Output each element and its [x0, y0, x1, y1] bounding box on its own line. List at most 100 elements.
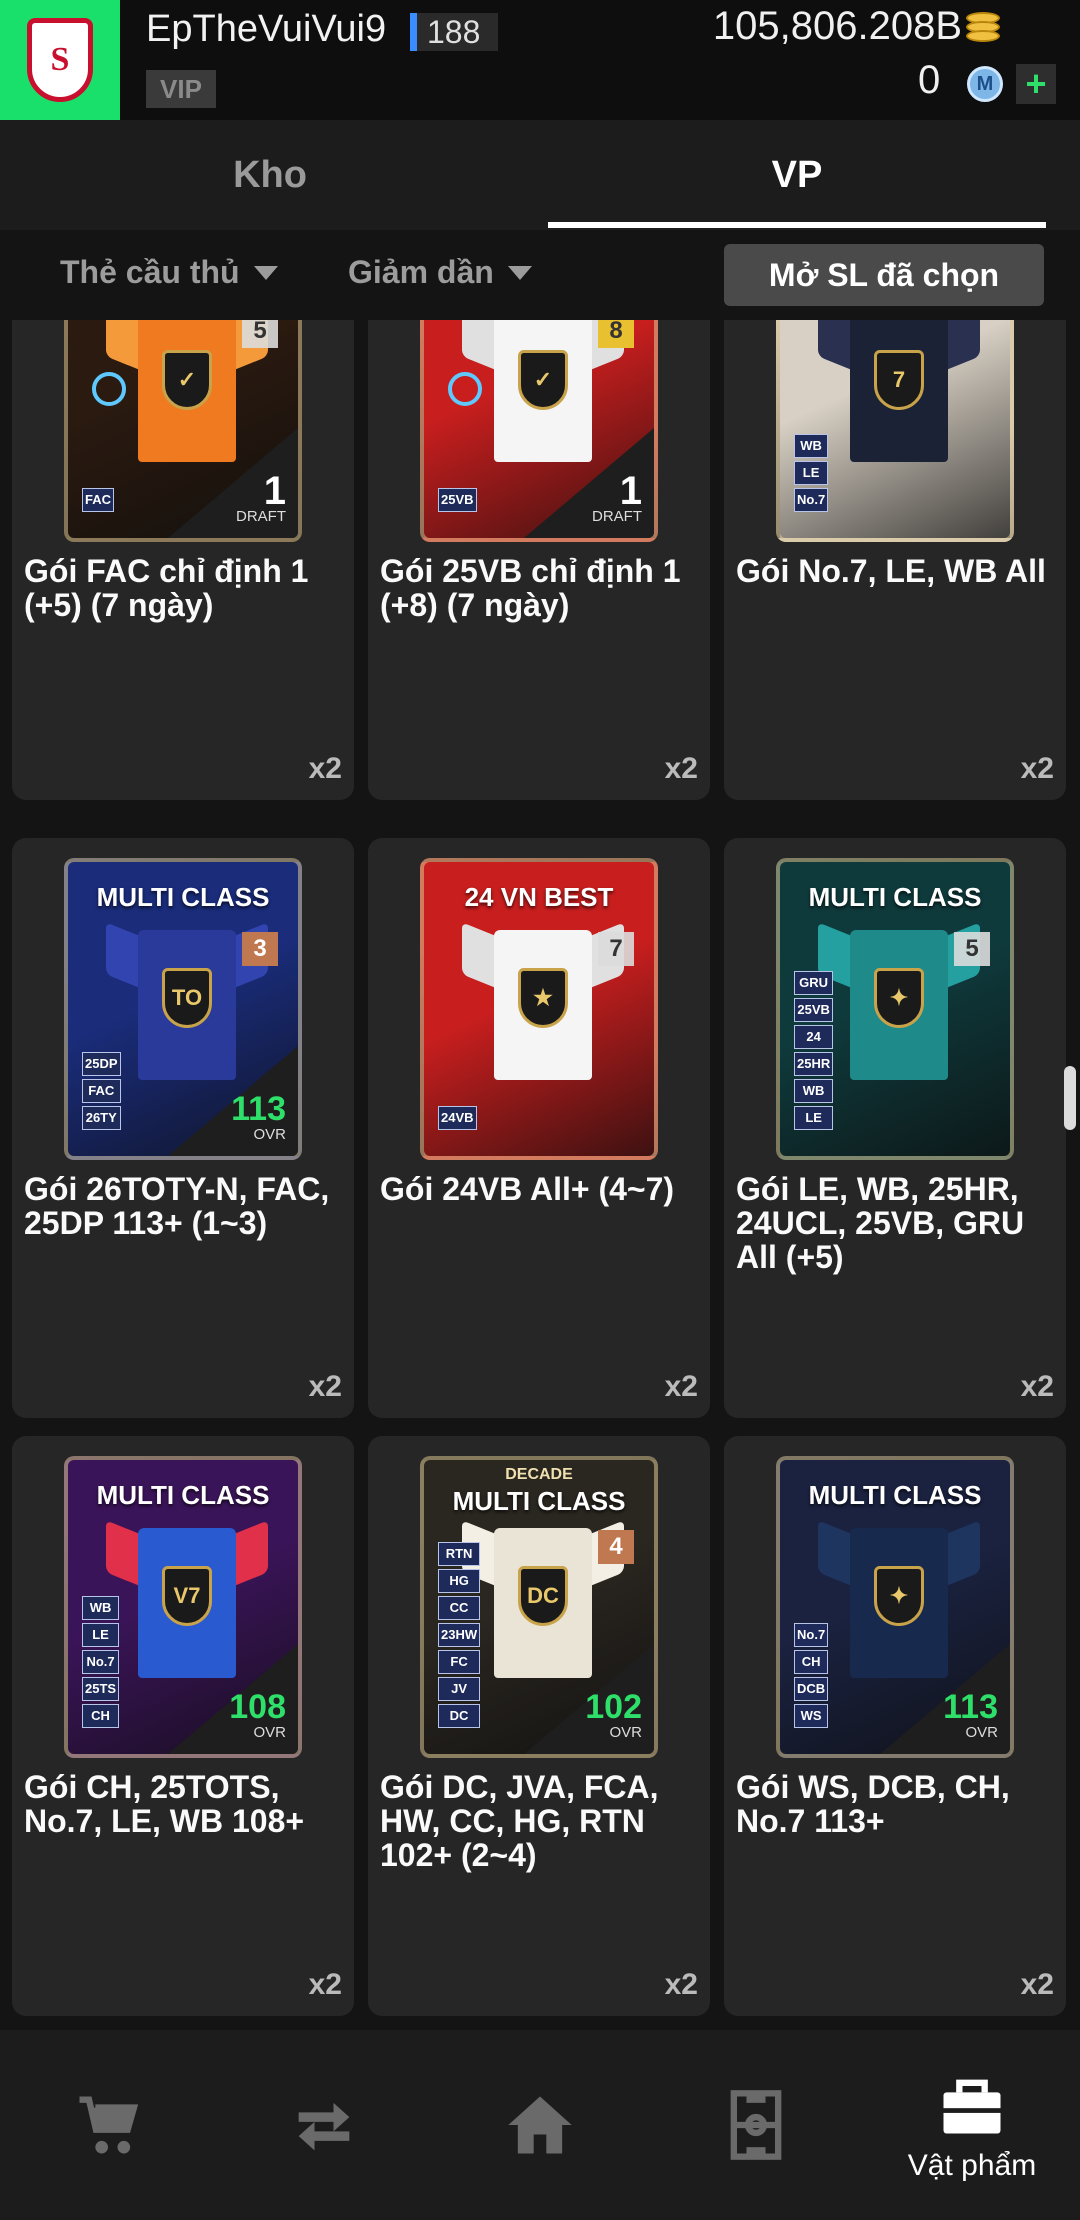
season-tags: GRU 25VB 24 25HR WB LE	[794, 971, 834, 1130]
pack-name: Gói FAC chỉ định 1 (+5) (7 ngày)	[24, 553, 309, 623]
pack-item[interactable]: MULTI CLASS TO 3 25DP FAC 26TY 113 OVR Gói 26TOT…	[12, 838, 354, 1418]
season-tag: 25DP	[82, 1052, 121, 1076]
season-tags: RTN HG CC 23HW FC JV DC	[438, 1542, 481, 1728]
card-banner: MULTI CLASS	[808, 1480, 982, 1510]
pack-item[interactable]: FAC✓5FAC1DRAFTGói FAC chỉ định 1 (+5) (7…	[12, 320, 354, 800]
nav-home[interactable]	[432, 2030, 648, 2220]
type-filter-label: Thẻ cầu thủ	[60, 254, 240, 290]
crest-emblem: ✓	[518, 350, 568, 410]
season-tag: GRU	[794, 971, 834, 995]
season-tag: 23HW	[438, 1623, 481, 1647]
nav-items[interactable]: Vật phẩm	[864, 2030, 1080, 2220]
timer-icon	[92, 372, 126, 406]
m-point-balance: 0	[918, 58, 941, 102]
season-tag: 25TS	[82, 1677, 120, 1701]
pitch-icon	[730, 2090, 782, 2160]
pack-item[interactable]: MULTI CLASS ✦ 5 GRU 25VB 24 25HR WB LE Gói LE, WB…	[724, 838, 1066, 1418]
upgrade-level-badge: 5	[954, 932, 990, 966]
nav-transfer[interactable]	[216, 2030, 432, 2220]
pack-item[interactable]: MULTI CLASS V7 WB LE No.7 25TS CH 108 OVR Gói CH,…	[12, 1436, 354, 2016]
nav-items-label: Vật phẩm	[907, 2149, 1037, 2182]
coin-stack-icon	[966, 12, 1002, 48]
pack-quantity: x2	[308, 752, 342, 785]
crest-emblem: ✦	[874, 1566, 924, 1626]
open-selected-button[interactable]: Mở SL đã chọn	[724, 244, 1044, 306]
pack-card-art: MULTI CLASS ✦ No.7 CH DCB WS 113 OVR	[776, 1456, 1014, 1758]
season-tag: No.7	[794, 488, 829, 512]
pack-name: Gói DC, JVA, FCA, HW, CC, HG, RTN 102+ (…	[380, 1769, 659, 1873]
ovr-label: OVR	[253, 1126, 286, 1143]
vip-badge[interactable]: VIP	[146, 70, 216, 108]
pack-quantity: x2	[1020, 1968, 1054, 2001]
ovr-value: 1	[619, 469, 642, 513]
ovr-value: 113	[231, 1090, 286, 1128]
card-banner: 24 VN BEST	[464, 882, 614, 912]
club-crest-icon: S	[27, 18, 93, 102]
season-tag: LE	[794, 461, 829, 485]
ovr-value: 1	[263, 469, 286, 513]
pack-quantity: x2	[1020, 752, 1054, 785]
season-tag: FAC	[82, 488, 114, 512]
upgrade-level-badge: 5	[242, 320, 278, 348]
season-tags: FAC	[82, 488, 114, 512]
season-tag: CC	[438, 1596, 481, 1620]
tab-kho[interactable]: Kho	[0, 120, 540, 230]
season-tag: 25HR	[794, 1052, 834, 1076]
pack-item[interactable]: 25 VN BEST✓825VB1DRAFTGói 25VB chỉ định …	[368, 320, 710, 800]
crest-emblem: ✦	[874, 968, 924, 1028]
pack-item[interactable]: MULTI CLASS ✦ No.7 CH DCB WS 113 OVR Gói WS, DCB…	[724, 1436, 1066, 2016]
season-tag: FC	[438, 1650, 481, 1674]
pack-name: Gói 26TOTY-N, FAC, 25DP 113+ (1~3)	[24, 1171, 330, 1241]
season-tags: 25VB	[438, 488, 477, 512]
pack-quantity: x2	[1020, 1370, 1054, 1403]
level-bar	[410, 13, 417, 51]
season-tag: WB	[794, 434, 829, 458]
season-tag: No.7	[794, 1623, 829, 1647]
type-filter-dropdown[interactable]: Thẻ cầu thủ	[60, 254, 278, 291]
upgrade-level-badge: 3	[242, 932, 278, 966]
tab-vp[interactable]: VP	[548, 120, 1046, 230]
season-tag: DCB	[794, 1677, 829, 1701]
pack-quantity: x2	[664, 1968, 698, 2001]
caret-down-icon	[507, 265, 532, 280]
sort-label: Giảm dần	[348, 254, 494, 290]
season-tags: 24VB	[438, 1106, 477, 1130]
pack-name: Gói 24VB All+ (4~7)	[380, 1171, 675, 1207]
season-tag: 26TY	[82, 1106, 121, 1130]
home-icon	[508, 2096, 572, 2154]
crest-emblem: ✓	[162, 350, 212, 410]
ovr-value: 108	[229, 1688, 286, 1726]
season-tag: LE	[82, 1623, 120, 1647]
nav-shop[interactable]	[0, 2030, 216, 2220]
scrollbar-thumb[interactable]	[1064, 1066, 1076, 1130]
crest-emblem: V7	[162, 1566, 212, 1626]
pack-item[interactable]: MULTI CLASS7WBLENo.7Gói No.7, LE, WB All…	[724, 320, 1066, 800]
bottom-nav: Vật phẩm	[0, 2030, 1080, 2220]
upgrade-level-badge: 8	[598, 320, 634, 348]
coin-balance: 105,806.208B	[712, 4, 962, 48]
user-name: EpTheVuiVui9	[146, 8, 387, 50]
level-badge: 188	[410, 13, 498, 51]
level-value: 188	[427, 13, 481, 50]
season-tags: WB LE No.7 25TS CH	[82, 1596, 120, 1728]
timer-icon	[448, 372, 482, 406]
nav-team[interactable]	[648, 2030, 864, 2220]
pack-name: Gói LE, WB, 25HR, 24UCL, 25VB, GRU All (…	[736, 1171, 1025, 1275]
pack-item[interactable]: 24 VN BEST ★ 7 24VB Gói 24VB All+ (4~7) x2	[368, 838, 710, 1418]
upgrade-level-badge: 4	[598, 1530, 634, 1564]
sort-dropdown[interactable]: Giảm dần	[348, 254, 532, 291]
pack-card-art: MULTI CLASS7WBLENo.7	[776, 320, 1014, 542]
club-logo[interactable]: S	[0, 0, 120, 120]
crest-emblem: TO	[162, 968, 212, 1028]
season-tag: 24VB	[438, 1106, 477, 1130]
m-point-icon: M	[967, 66, 1003, 102]
pack-card-art: 24 VN BEST ★ 7 24VB	[420, 858, 658, 1160]
pack-item[interactable]: DECADE MULTI CLASS DC 4 RTN HG CC 23HW FC JV DC 102…	[368, 1436, 710, 2016]
add-currency-button[interactable]: +	[1016, 64, 1056, 104]
season-tag: JV	[438, 1677, 481, 1701]
pack-quantity: x2	[664, 752, 698, 785]
season-tag: CH	[794, 1650, 829, 1674]
season-tag: WS	[794, 1704, 829, 1728]
ovr-label: OVR	[253, 1724, 286, 1741]
crest-emblem: ★	[518, 968, 568, 1028]
